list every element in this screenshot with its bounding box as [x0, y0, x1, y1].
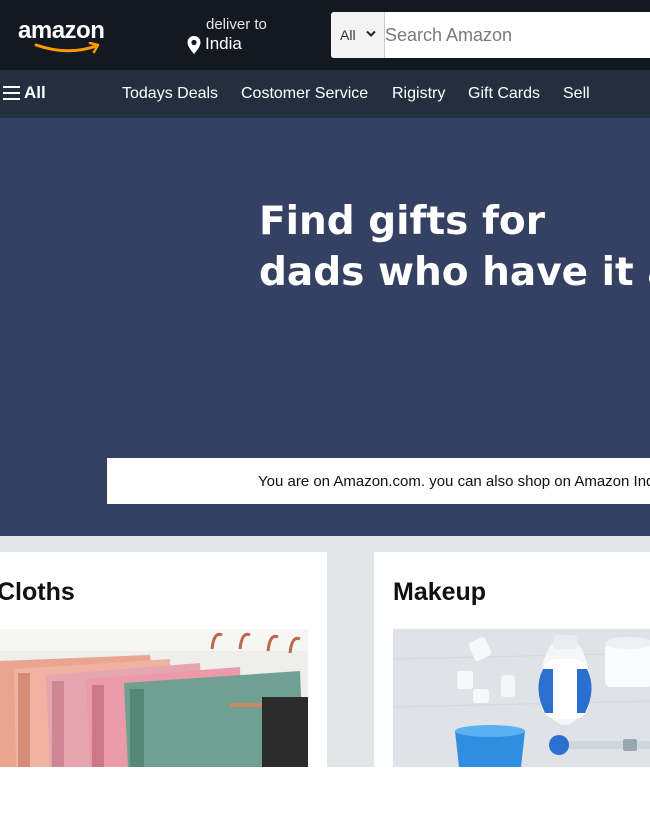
clothes-illustration — [0, 629, 308, 767]
map-pin-icon — [187, 36, 201, 54]
search-input[interactable] — [385, 12, 650, 58]
hero-title-line-2: dads who have it all — [259, 250, 650, 295]
search-category-select[interactable]: All — [331, 12, 385, 58]
page-bottom-whitespace — [0, 767, 650, 834]
page: amazon deliver to India All Search Amazo… — [0, 0, 650, 834]
region-notice-text: You are on Amazon.com. you can also shop… — [258, 473, 650, 490]
deliver-to-label: deliver to — [206, 16, 267, 33]
nav-link-todays-deals[interactable]: Todays Deals — [122, 85, 218, 103]
secondary-navigation-bar: All Todays Deals Costomer Service Rigist… — [0, 70, 650, 118]
hero-title-line-1: Find gifts for — [259, 199, 545, 244]
category-card-makeup[interactable]: Makeup — [374, 552, 650, 767]
clothes-image[interactable] — [0, 629, 308, 767]
makeup-illustration — [393, 629, 650, 767]
all-menu-label: All — [24, 83, 46, 102]
deliver-country: India — [205, 34, 242, 53]
amazon-logo[interactable]: amazon — [18, 16, 118, 56]
top-navigation-bar: amazon deliver to India All — [0, 0, 650, 70]
nav-link-customer-service[interactable]: Costomer Service — [241, 85, 368, 103]
deliver-to-location[interactable]: deliver to India — [187, 14, 297, 58]
search-bar: All — [331, 12, 650, 58]
category-card-cloths[interactable]: Cloths — [0, 552, 327, 767]
card-title: Cloths — [0, 578, 75, 606]
makeup-image[interactable] — [393, 629, 650, 767]
nav-link-sell[interactable]: Sell — [563, 85, 590, 103]
region-notice-banner: You are on Amazon.com. you can also shop… — [107, 458, 650, 504]
nav-link-registry[interactable]: Rigistry — [392, 85, 445, 103]
chevron-down-icon — [366, 30, 376, 37]
nav-link-gift-cards[interactable]: Gift Cards — [468, 85, 540, 103]
hero-title: Find gifts for dads who have it all — [259, 196, 650, 298]
amazon-smile-icon — [34, 42, 100, 54]
card-title: Makeup — [393, 578, 487, 606]
hamburger-menu-icon — [3, 86, 20, 100]
hero-banner[interactable]: Find gifts for dads who have it all You … — [0, 118, 650, 536]
category-cards-area: Cloths Makeup — [0, 536, 650, 767]
search-category-label: All — [340, 27, 356, 43]
